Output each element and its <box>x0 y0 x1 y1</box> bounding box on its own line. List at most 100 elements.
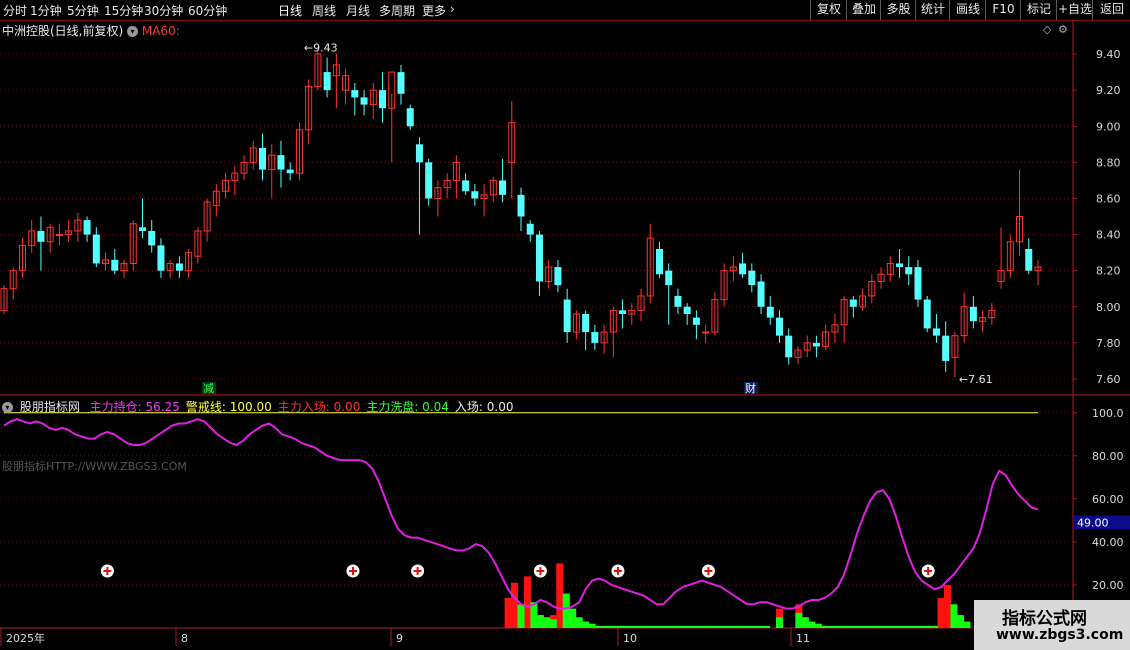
candle-body <box>83 220 91 235</box>
candle-body <box>406 108 414 127</box>
bar-green <box>679 625 687 628</box>
bar-red <box>937 597 945 628</box>
candle-body <box>896 263 904 268</box>
candle-body <box>554 267 562 286</box>
bar-green <box>763 625 771 628</box>
price-tick-label: 7.60 <box>1096 373 1121 386</box>
candle-body <box>92 234 100 264</box>
candle-body <box>748 270 756 286</box>
indicator-name: 股朋指标网 <box>19 400 80 414</box>
bar-green <box>595 625 603 628</box>
bar-green <box>633 625 641 628</box>
bar-green <box>659 625 667 628</box>
chart-canvas[interactable]: 9.40 9.20 9.00 8.80 8.60 8.40 8.20 8.00 7.80 7.60… <box>0 0 1130 650</box>
bar-green <box>517 604 525 628</box>
candle-body <box>591 332 599 343</box>
candle-body <box>499 180 507 195</box>
candle-body <box>739 263 747 275</box>
price-tick-label: 7.80 <box>1096 337 1121 350</box>
candle-body <box>37 230 45 242</box>
bar-green <box>840 625 848 628</box>
price-tick-label: 8.00 <box>1096 301 1121 314</box>
bar-green <box>814 623 822 628</box>
candle-body <box>138 227 146 231</box>
bar-green <box>834 625 842 628</box>
ind-tick-label: 100.0 <box>1092 407 1124 420</box>
bar-green <box>879 625 887 628</box>
bar-green <box>743 625 751 628</box>
candle-body <box>785 335 793 358</box>
candle-body <box>286 169 294 174</box>
candle-body <box>471 191 479 199</box>
bar-green <box>827 625 835 628</box>
bar-green <box>860 625 868 628</box>
bar-green <box>601 625 609 628</box>
candle-body <box>812 342 820 347</box>
candle-body <box>849 299 857 307</box>
bar-green <box>698 625 706 628</box>
candle-body <box>148 230 156 246</box>
bar-green <box>737 625 745 628</box>
bar-green <box>795 612 803 628</box>
price-tick-label: 9.00 <box>1096 120 1121 133</box>
bar-green <box>640 625 648 628</box>
candle-body <box>55 234 63 237</box>
bar-green <box>931 625 939 628</box>
bar-green <box>918 625 926 628</box>
candle-body <box>655 249 663 275</box>
price-tick-label: 8.20 <box>1096 265 1121 278</box>
bar-green <box>892 625 900 628</box>
bar-green <box>724 625 732 628</box>
bar-green <box>691 625 699 628</box>
candle-body <box>619 310 627 314</box>
candle-body <box>323 72 331 91</box>
price-tick-label: 8.80 <box>1096 156 1121 169</box>
candle-body <box>932 328 940 336</box>
candle-body <box>702 331 710 334</box>
bar-green <box>905 625 913 628</box>
indicator-watermark: 股朋指标HTTP://WWW.ZBGS3.COM <box>2 460 187 473</box>
candle-body <box>175 263 183 271</box>
candle-body <box>425 162 433 199</box>
candle-body <box>379 90 387 109</box>
ind-tick-label: 20.00 <box>1092 579 1124 592</box>
bar-green <box>885 625 893 628</box>
current-value-tag: 49.00 <box>1077 517 1109 530</box>
bar-green <box>588 623 596 628</box>
bar-green <box>575 617 583 628</box>
candle-body <box>351 90 359 98</box>
candle-body <box>415 144 423 163</box>
candle-body <box>157 245 165 271</box>
bar-green <box>620 625 628 628</box>
x-tick-label: 10 <box>623 632 637 645</box>
candle-body <box>1025 249 1033 271</box>
bar-green <box>950 604 958 628</box>
bar-red <box>523 576 531 628</box>
bar-green <box>562 593 570 628</box>
chevron-down-icon[interactable]: ▾ <box>2 402 13 413</box>
candle-body <box>914 267 922 300</box>
ind-tick-label: 60.00 <box>1092 493 1124 506</box>
site-logo: 指标公式网 www.zbgs3.com <box>974 600 1130 650</box>
candle-body <box>674 295 682 307</box>
price-tick-label: 9.40 <box>1096 48 1121 61</box>
indicator-legend-0: 主力持仓: 56.25 <box>89 400 180 414</box>
bar-green <box>776 617 783 628</box>
bar-green <box>872 625 880 628</box>
candle-body <box>923 299 931 329</box>
x-tick-label: 9 <box>396 632 403 645</box>
bar-green <box>853 625 861 628</box>
candle-body <box>776 317 783 336</box>
bar-green <box>847 625 855 628</box>
candle-body <box>905 267 913 275</box>
candle-body <box>692 317 700 325</box>
bar-green <box>666 625 674 628</box>
bar-green <box>956 615 964 628</box>
bar-green <box>569 608 577 628</box>
bar-green <box>756 625 764 628</box>
candle-body <box>683 306 691 314</box>
high-price-label: ←9.43 <box>304 42 338 55</box>
candle-body <box>259 147 266 170</box>
candle-body <box>462 180 470 192</box>
indicator-legend-3: 主力洗盘: 0.04 <box>366 400 449 414</box>
